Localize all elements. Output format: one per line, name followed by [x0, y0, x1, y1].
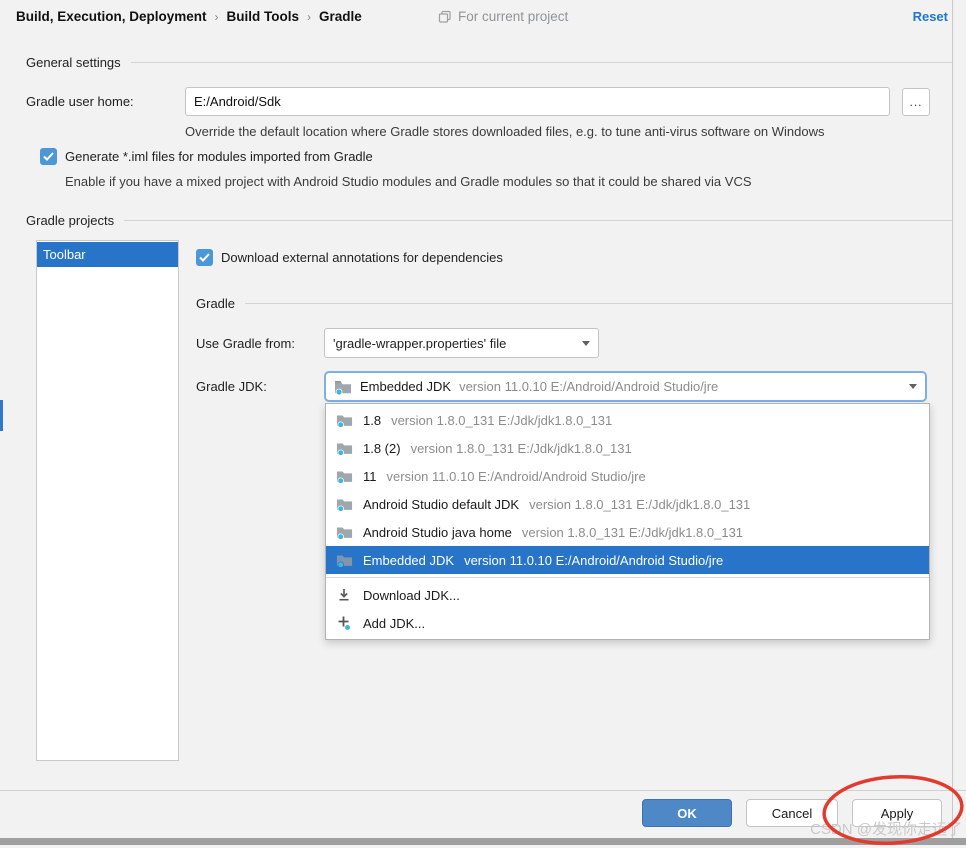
jdk-folder-icon	[336, 440, 353, 457]
reset-link[interactable]: Reset	[913, 9, 948, 24]
jdk-option-11[interactable]: 11 version 11.0.10 E:/Android/Android St…	[326, 462, 929, 490]
browse-button[interactable]: ...	[902, 88, 930, 116]
chevron-down-icon	[909, 384, 917, 389]
gradle-projects-section-header: Gradle projects	[26, 213, 952, 228]
jdk-option-1-8[interactable]: 1.8 version 1.8.0_131 E:/Jdk/jdk1.8.0_13…	[326, 406, 929, 434]
add-jdk-option[interactable]: Add JDK...	[326, 609, 929, 637]
breadcrumb-item-build-tools[interactable]: Build Tools	[227, 9, 300, 24]
breadcrumb: Build, Execution, Deployment › Build Too…	[16, 9, 362, 24]
use-gradle-from-value: 'gradle-wrapper.properties' file	[333, 336, 574, 351]
project-scope-icon	[438, 10, 452, 24]
use-gradle-from-label: Use Gradle from:	[196, 336, 295, 351]
generate-iml-label[interactable]: Generate *.iml files for modules importe…	[65, 149, 373, 164]
right-panel-divider	[952, 0, 953, 838]
jdk-folder-icon	[336, 552, 353, 569]
left-selection-accent	[0, 400, 3, 431]
chevron-down-icon	[582, 341, 590, 346]
jdk-option-android-studio-java-home[interactable]: Android Studio java home version 1.8.0_1…	[326, 518, 929, 546]
section-divider	[131, 62, 952, 63]
gradle-user-home-hint: Override the default location where Grad…	[185, 124, 825, 139]
list-item-toolbar[interactable]: Toolbar	[37, 242, 178, 267]
add-icon	[336, 615, 353, 632]
breadcrumb-item-build-execution-deployment[interactable]: Build, Execution, Deployment	[16, 9, 207, 24]
gradle-jdk-label: Gradle JDK:	[196, 379, 267, 394]
jdk-option-embedded-jdk[interactable]: Embedded JDK version 11.0.10 E:/Android/…	[326, 546, 929, 574]
ok-button[interactable]: OK	[642, 799, 732, 827]
gradle-jdk-select[interactable]: Embedded JDK version 11.0.10 E:/Android/…	[324, 371, 927, 402]
gradle-jdk-selected-detail: version 11.0.10 E:/Android/Android Studi…	[459, 379, 901, 394]
section-title: Gradle	[196, 296, 235, 311]
download-annotations-checkbox[interactable]	[196, 249, 213, 266]
use-gradle-from-select[interactable]: 'gradle-wrapper.properties' file	[324, 328, 599, 358]
generate-iml-checkbox[interactable]	[40, 148, 57, 165]
scope-label: For current project	[458, 9, 568, 24]
breadcrumb-separator-icon: ›	[214, 10, 220, 24]
jdk-option-1-8-2[interactable]: 1.8 (2) version 1.8.0_131 E:/Jdk/jdk1.8.…	[326, 434, 929, 462]
section-divider	[245, 303, 952, 304]
jdk-option-android-studio-default[interactable]: Android Studio default JDK version 1.8.0…	[326, 490, 929, 518]
section-divider	[124, 220, 952, 221]
download-annotations-label[interactable]: Download external annotations for depend…	[221, 250, 503, 265]
window-bottom-edge	[0, 838, 966, 845]
gradle-section-header: Gradle	[196, 296, 952, 311]
download-annotations-row: Download external annotations for depend…	[196, 249, 503, 266]
download-jdk-option[interactable]: Download JDK...	[326, 581, 929, 609]
generate-iml-hint: Enable if you have a mixed project with …	[65, 174, 752, 189]
jdk-folder-icon	[336, 468, 353, 485]
general-settings-section-header: General settings	[26, 55, 952, 70]
breadcrumb-separator-icon: ›	[306, 10, 312, 24]
dropdown-divider	[326, 577, 929, 578]
gradle-jdk-selected-name: Embedded JDK	[360, 379, 451, 394]
breadcrumb-item-gradle[interactable]: Gradle	[319, 9, 362, 24]
gradle-projects-list: Toolbar	[36, 240, 179, 761]
jdk-folder-icon	[334, 379, 352, 395]
footer-divider	[0, 790, 966, 791]
jdk-folder-icon	[336, 524, 353, 541]
gradle-user-home-input[interactable]: E:/Android/Sdk	[185, 87, 890, 116]
generate-iml-row: Generate *.iml files for modules importe…	[40, 148, 373, 165]
jdk-folder-icon	[336, 496, 353, 513]
watermark: CSDN @发现你走远了	[810, 818, 962, 839]
project-name: Toolbar	[43, 247, 86, 262]
scope-indicator: For current project	[438, 9, 568, 24]
download-icon	[336, 587, 353, 604]
section-title: Gradle projects	[26, 213, 114, 228]
section-title: General settings	[26, 55, 121, 70]
gradle-user-home-value: E:/Android/Sdk	[194, 94, 281, 109]
gradle-user-home-label: Gradle user home:	[26, 94, 134, 109]
gradle-jdk-dropdown-popup: 1.8 version 1.8.0_131 E:/Jdk/jdk1.8.0_13…	[325, 403, 930, 640]
jdk-folder-icon	[336, 412, 353, 429]
